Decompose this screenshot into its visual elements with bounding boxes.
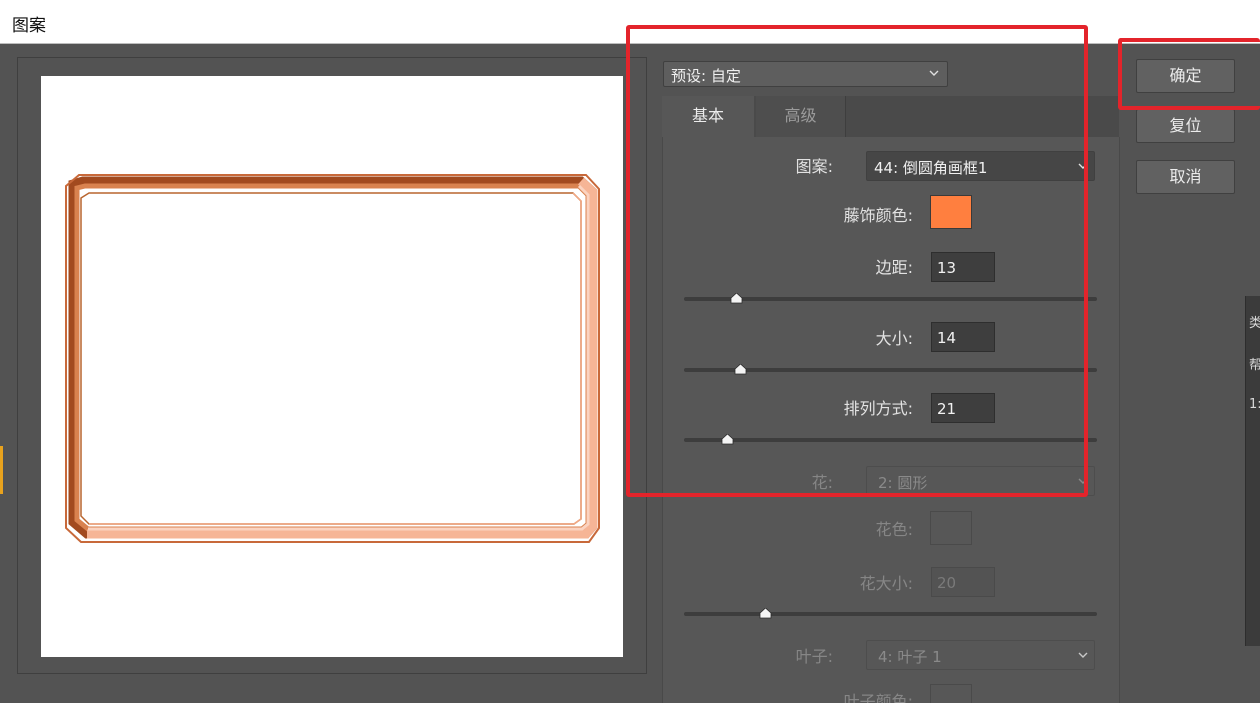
flower-color-swatch — [930, 511, 972, 545]
arrangement-label: 排列方式: — [843, 399, 913, 418]
slider-thumb[interactable] — [721, 434, 734, 445]
leaf-dropdown: 4: 叶子 1 — [866, 640, 1095, 670]
leaf-color-swatch — [930, 684, 972, 703]
flower-color-label: 花色: — [875, 520, 913, 539]
slider-thumb — [759, 608, 772, 619]
tab-basic[interactable]: 基本 — [662, 96, 754, 137]
preset-label: 预设: — [671, 67, 707, 85]
leaf-color-label: 叶子颜色: — [843, 692, 913, 703]
preset-value: 自定 — [710, 67, 741, 85]
flower-label: 花: — [811, 473, 833, 492]
pattern-value: 44: 倒圆角画框1 — [874, 159, 988, 177]
margin-slider[interactable] — [684, 291, 1097, 307]
size-label: 大小: — [875, 329, 913, 348]
left-edge-accent — [0, 446, 3, 494]
tab-strip: 基本 高级 — [662, 96, 1119, 137]
ok-button[interactable]: 确定 — [1136, 59, 1235, 93]
size-input[interactable]: 14 — [931, 322, 995, 352]
leaf-label: 叶子: — [795, 647, 833, 666]
chevron-down-icon — [1078, 163, 1088, 169]
reset-button[interactable]: 复位 — [1136, 109, 1235, 143]
arrangement-slider[interactable] — [684, 432, 1097, 448]
cancel-button[interactable]: 取消 — [1136, 160, 1235, 194]
preview-canvas — [41, 76, 623, 657]
frame-inner-line — [80, 192, 582, 525]
slider-track — [684, 438, 1097, 442]
background-panel-edge: 类 帮 1: — [1245, 296, 1260, 646]
window-title: 图案 — [12, 16, 46, 36]
flower-size-slider — [684, 606, 1097, 622]
tab-advanced[interactable]: 高级 — [756, 96, 846, 137]
vine-color-swatch[interactable] — [930, 195, 972, 229]
pattern-label: 图案: — [795, 157, 833, 176]
leaf-value: 4: 叶子 1 — [878, 648, 942, 666]
flower-dropdown: 2: 圆形 — [866, 466, 1095, 496]
chevron-down-icon — [929, 70, 939, 76]
picture-frame-preview — [65, 174, 600, 543]
preset-dropdown[interactable]: 预设: 自定 — [663, 61, 948, 87]
slider-track — [684, 297, 1097, 301]
arrangement-input[interactable]: 21 — [931, 393, 995, 423]
size-slider[interactable] — [684, 362, 1097, 378]
slider-track — [684, 612, 1097, 616]
flower-value: 2: 圆形 — [878, 474, 928, 492]
pattern-dropdown[interactable]: 44: 倒圆角画框1 — [866, 151, 1095, 181]
slider-thumb[interactable] — [734, 364, 747, 375]
vine-color-label: 藤饰颜色: — [843, 206, 913, 225]
chevron-down-icon — [1078, 478, 1088, 484]
chevron-down-icon — [1078, 652, 1088, 658]
window-title-bar: 图案 — [0, 0, 1260, 44]
flower-size-label: 花大小: — [859, 574, 913, 593]
edge-text-3: 1: — [1249, 397, 1260, 412]
slider-thumb[interactable] — [730, 293, 743, 304]
edge-text-1: 类 — [1249, 316, 1260, 331]
flower-size-input: 20 — [931, 567, 995, 597]
margin-label: 边距: — [875, 258, 913, 277]
margin-input[interactable]: 13 — [931, 252, 995, 282]
edge-text-2: 帮 — [1249, 358, 1260, 373]
